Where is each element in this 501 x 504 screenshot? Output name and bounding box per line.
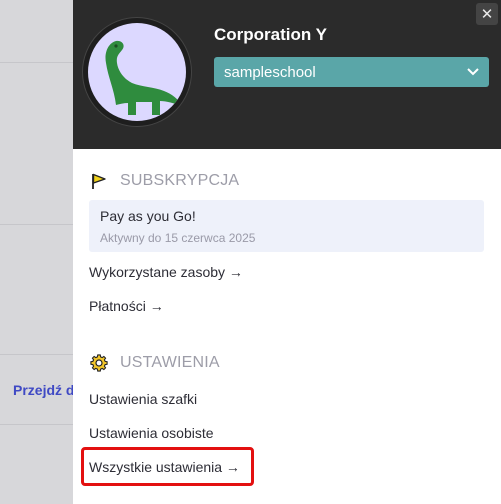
divider: [0, 224, 73, 225]
organization-name: Corporation Y: [214, 25, 328, 44]
settings-heading-label: USTAWIENIA: [120, 354, 220, 371]
plan-name: Pay as you Go!: [100, 208, 196, 224]
account-panel: Corporation Y sampleschool ✕ SUBSKRYPCJA…: [73, 0, 501, 504]
background-page: Przejdź d: [0, 0, 73, 504]
highlight-box: [81, 447, 254, 486]
school-select[interactable]: sampleschool: [214, 57, 489, 87]
background-link[interactable]: Przejdź d: [13, 382, 73, 398]
panel-header: Corporation Y sampleschool ✕: [73, 0, 501, 149]
personal-settings-link[interactable]: Ustawienia osobiste: [89, 425, 214, 441]
school-select-value: sampleschool: [224, 63, 316, 81]
plan-expiry: Aktywny do 15 czerwca 2025: [100, 231, 256, 245]
locker-settings-link[interactable]: Ustawienia szafki: [89, 391, 197, 407]
settings-heading: USTAWIENIA: [90, 354, 220, 372]
plan-card: Pay as you Go! Aktywny do 15 czerwca 202…: [89, 200, 484, 252]
subscription-heading-label: SUBSKRYPCJA: [120, 172, 240, 189]
divider: [0, 62, 73, 63]
divider: [0, 354, 73, 355]
subscription-heading: SUBSKRYPCJA: [90, 172, 239, 190]
close-icon: ✕: [480, 5, 494, 23]
divider: [0, 424, 73, 425]
chevron-down-icon: [467, 66, 479, 78]
dinosaur-icon: [88, 23, 186, 121]
close-button[interactable]: ✕: [476, 3, 498, 25]
gear-icon: [90, 354, 108, 372]
avatar: [82, 17, 192, 127]
payments-link[interactable]: Płatności →: [89, 298, 164, 314]
flag-icon: [90, 172, 108, 190]
resources-link[interactable]: Wykorzystane zasoby →: [89, 264, 243, 280]
